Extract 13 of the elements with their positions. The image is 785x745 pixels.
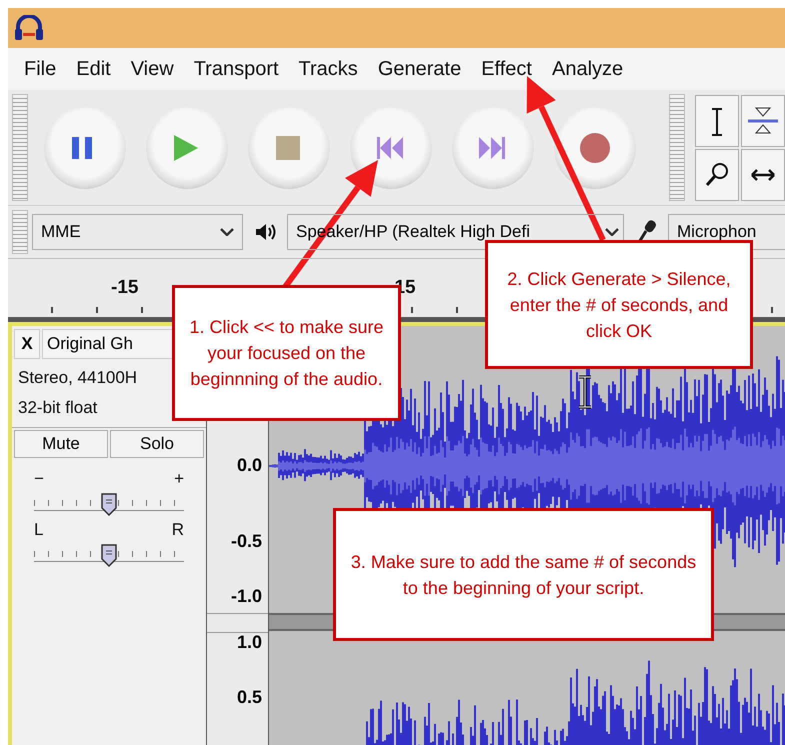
gain-max-label: +	[174, 470, 184, 488]
amplitude-label: 0.0	[236, 455, 262, 476]
ruler-label: -15	[111, 277, 138, 299]
gain-min-label: −	[34, 470, 44, 488]
pan-max-label: R	[172, 521, 184, 539]
annotation-text: 2. Click Generate > Silence, enter the # of seconds, and click OK	[506, 268, 732, 342]
amplitude-label: -1.0	[230, 586, 262, 607]
annotation-text: 3. Make sure to add the same # of seconds to the beginning of your script.	[350, 550, 698, 600]
amplitude-label: 1.0	[236, 632, 262, 653]
track-info-text: 32-bit float	[18, 397, 98, 419]
amplitude-label: -0.5	[230, 531, 262, 552]
amplitude-label: 0.5	[236, 687, 262, 708]
pan-min-label: L	[34, 521, 44, 539]
